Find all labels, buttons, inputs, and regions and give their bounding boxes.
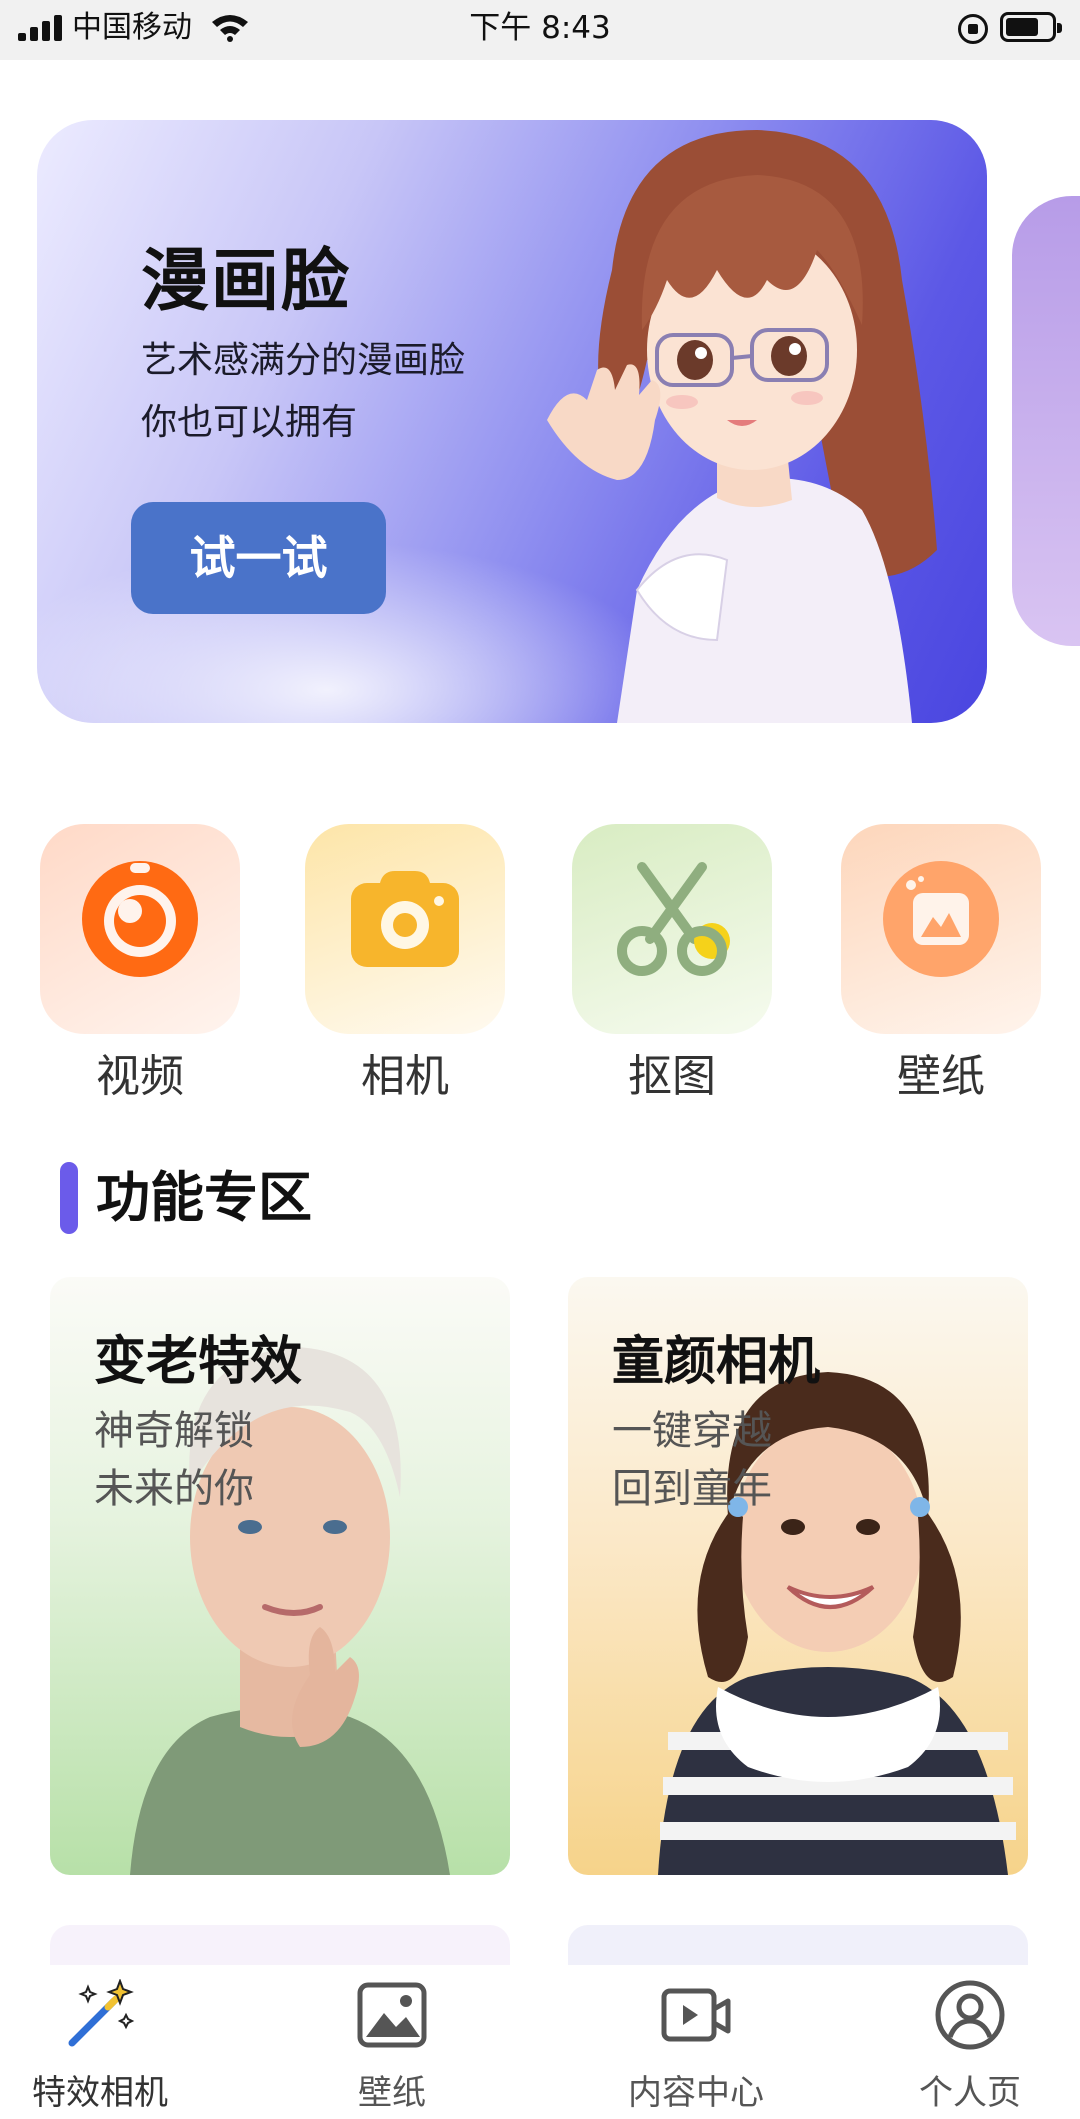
quick-wallpaper-label: 壁纸 <box>897 1051 985 1102</box>
feature-card-child-sub-line2: 回到童年 <box>612 1466 772 1512</box>
section-title: 功能专区 <box>96 1166 312 1229</box>
status-bar: 中国移动 下午 8:43 <box>0 0 1080 60</box>
scissors-icon <box>617 862 730 976</box>
tab-content-center-label: 内容中心 <box>628 2073 764 2113</box>
video-play-icon <box>661 1988 731 2042</box>
banner-subtitle: 艺术感满分的漫画脸 你也可以拥有 <box>141 330 465 454</box>
quick-wallpaper-tile[interactable] <box>841 824 1041 1034</box>
feature-card-aging-subtitle: 神奇解锁 未来的你 <box>94 1402 254 1518</box>
banner-subtitle-line2: 你也可以拥有 <box>141 402 358 443</box>
video-icon <box>82 861 198 977</box>
try-button[interactable]: 试一试 <box>131 502 386 614</box>
quick-video-label: 视频 <box>96 1051 184 1102</box>
feature-card-child-sub-line1: 一键穿越 <box>612 1408 772 1454</box>
tab-wallpaper-label: 壁纸 <box>358 2073 426 2113</box>
tab-profile[interactable]: 个人页 <box>870 1965 1070 2119</box>
quick-video-tile[interactable] <box>40 824 240 1034</box>
feature-card-child-subtitle: 一键穿越 回到童年 <box>612 1402 772 1518</box>
tab-profile-label: 个人页 <box>919 2073 1021 2113</box>
quick-camera-tile[interactable] <box>305 824 505 1034</box>
tab-effects-camera-label: 特效相机 <box>32 2073 168 2113</box>
banner-manga-face[interactable]: 漫画脸 艺术感满分的漫画脸 你也可以拥有 试一试 <box>37 120 987 723</box>
camera-icon <box>351 871 459 967</box>
battery-icon <box>1000 12 1062 42</box>
tab-bar: 特效相机 壁纸 内容中心 个人页 <box>0 1965 1080 2119</box>
status-time: 下午 8:43 <box>469 10 611 46</box>
tab-content-center[interactable]: 内容中心 <box>596 1965 796 2119</box>
wallpaper-icon <box>883 861 999 977</box>
magic-wand-icon <box>68 1979 135 2047</box>
quick-camera-label: 相机 <box>361 1051 449 1102</box>
quick-cutout-label: 抠图 <box>628 1051 716 1102</box>
feature-card-aging-title: 变老特效 <box>94 1332 303 1392</box>
feature-card-aging[interactable]: 变老特效 神奇解锁 未来的你 <box>50 1277 510 1875</box>
section-accent-bar <box>60 1162 78 1234</box>
user-icon <box>935 1980 1005 2050</box>
quick-cutout-tile[interactable] <box>572 824 772 1034</box>
feature-card-aging-sub-line1: 神奇解锁 <box>94 1408 254 1454</box>
rotation-lock-icon <box>958 14 988 44</box>
tab-effects-camera[interactable]: 特效相机 <box>0 1965 200 2119</box>
banner-subtitle-line1: 艺术感满分的漫画脸 <box>141 340 466 381</box>
anime-girl-illustration <box>547 130 937 723</box>
banner-title: 漫画脸 <box>141 242 352 321</box>
feature-card-child-title: 童颜相机 <box>612 1332 821 1392</box>
feature-card-peek-left[interactable] <box>50 1925 510 1965</box>
feature-card-peek-right[interactable] <box>568 1925 1028 1965</box>
tab-wallpaper[interactable]: 壁纸 <box>292 1965 492 2119</box>
image-icon <box>357 1982 427 2048</box>
next-banner-peek[interactable] <box>1012 196 1080 646</box>
feature-card-aging-sub-line2: 未来的你 <box>94 1466 254 1512</box>
feature-card-child[interactable]: 童颜相机 一键穿越 回到童年 <box>568 1277 1028 1875</box>
